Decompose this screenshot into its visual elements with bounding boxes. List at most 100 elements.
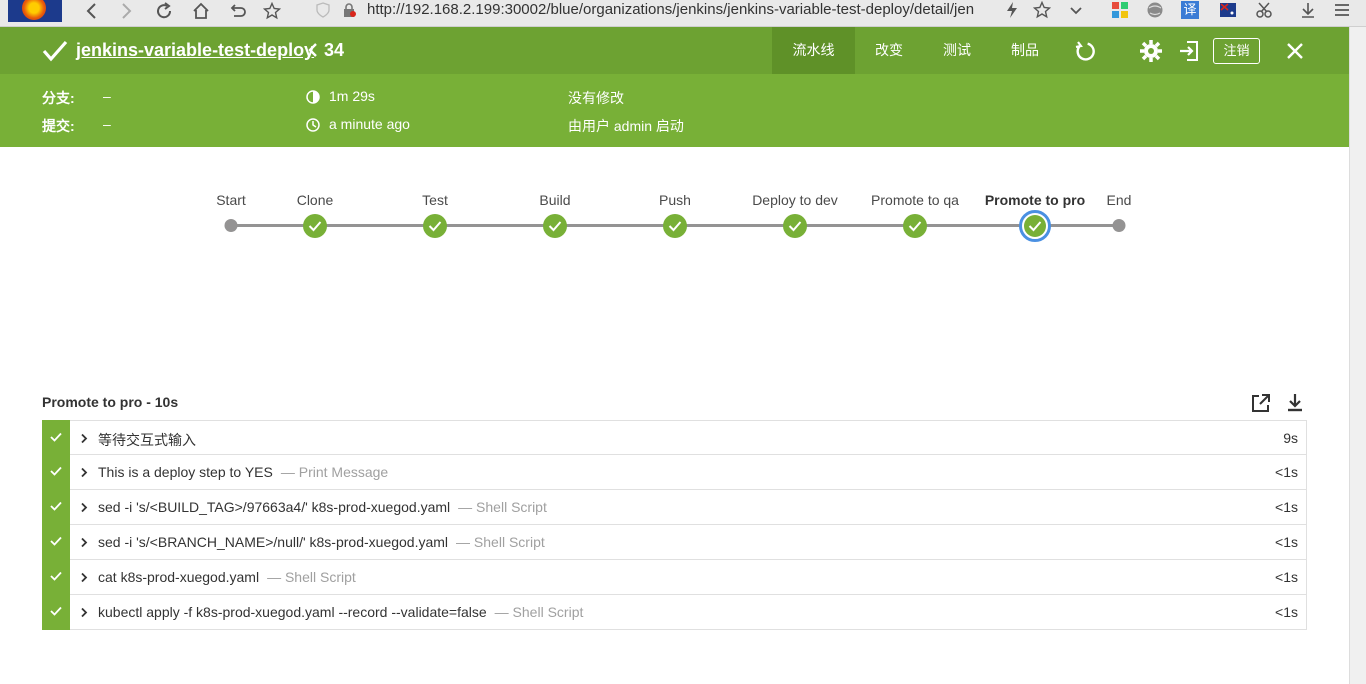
favorite-icon[interactable] (1033, 1, 1051, 19)
stage-node-selected[interactable] (1019, 210, 1051, 242)
reload-icon[interactable] (151, 0, 177, 22)
stage-label[interactable]: Build (539, 192, 570, 208)
stage-label[interactable]: Clone (297, 192, 334, 208)
step-label: sed -i 's/<BUILD_TAG>/97663a4/' k8s-prod… (98, 499, 547, 515)
undo-icon[interactable] (224, 0, 250, 22)
home-icon[interactable] (188, 0, 214, 22)
started-by: 由用户 admin 启动 (568, 118, 684, 134)
browser-toolbar: http://192.168.2.199:30002/blue/organiza… (0, 0, 1366, 27)
stage-node-success[interactable] (663, 214, 687, 238)
stage-node-success[interactable] (423, 214, 447, 238)
step-duration: <1s (1275, 604, 1298, 620)
step-label: cat k8s-prod-xuegod.yaml — Shell Script (98, 569, 356, 585)
logout-button[interactable]: 注销 (1213, 38, 1260, 64)
success-check-icon (42, 40, 68, 62)
step-row[interactable]: kubectl apply -f k8s-prod-xuegod.yaml --… (42, 594, 1307, 630)
close-icon[interactable] (1283, 39, 1307, 63)
stage-terminal-node (224, 219, 238, 232)
stage-label[interactable]: Test (422, 192, 448, 208)
step-row[interactable]: cat k8s-prod-xuegod.yaml — Shell Script <1… (42, 559, 1307, 595)
chevron-right-icon[interactable] (80, 502, 88, 513)
page-scrollbar[interactable] (1349, 27, 1366, 684)
back-icon[interactable] (80, 0, 106, 22)
run-time-ago: a minute ago (329, 116, 410, 132)
clock-icon (306, 118, 320, 132)
stage-connector (915, 224, 1035, 227)
branch-value: – (103, 88, 111, 104)
step-duration: <1s (1275, 499, 1298, 515)
tab-pipeline[interactable]: 流水线 (772, 27, 855, 74)
step-name: 等待交互式输入 (98, 432, 196, 448)
pipeline-graph: Start Clone Test Build Push Deploy to dev Prom… (0, 147, 1349, 387)
changes-summary: 没有修改 (568, 90, 624, 106)
exit-classic-icon[interactable] (1177, 39, 1201, 63)
download-icon[interactable] (1299, 1, 1317, 19)
job-name-link[interactable]: jenkins-variable-test-deploy (76, 39, 314, 61)
shield-icon (316, 2, 330, 18)
branch-label: 分支: (42, 90, 75, 106)
stage-connector (675, 224, 795, 227)
download-log-icon[interactable] (1284, 392, 1306, 414)
step-label: This is a deploy step to YES — Print Mess… (98, 464, 388, 480)
menu-icon[interactable] (1333, 1, 1351, 19)
stage-label[interactable]: Promote to pro (985, 192, 1085, 208)
insecure-lock-icon (344, 3, 356, 17)
gear-icon[interactable] (1139, 39, 1163, 63)
stage-label[interactable]: Push (659, 192, 691, 208)
address-bar[interactable]: http://192.168.2.199:30002/blue/organiza… (305, 0, 1085, 22)
step-row[interactable]: 等待交互式输入 9s (42, 420, 1307, 456)
browser-logo (8, 0, 62, 22)
duration-icon (306, 90, 320, 104)
step-type: — Print Message (280, 464, 389, 480)
open-log-icon[interactable] (1250, 392, 1272, 414)
forward-icon[interactable] (112, 0, 138, 22)
step-duration: <1s (1275, 569, 1298, 585)
tab-changes[interactable]: 改变 (860, 27, 918, 74)
stage-node-success[interactable] (783, 214, 807, 238)
chevron-right-icon[interactable] (80, 572, 88, 583)
step-type: — Shell Script (267, 569, 356, 585)
step-row[interactable]: This is a deploy step to YES — Print Mess… (42, 454, 1307, 490)
step-name: This is a deploy step to YES (98, 464, 273, 480)
globe-icon[interactable] (1146, 1, 1164, 19)
scissors-icon[interactable] (1255, 1, 1273, 19)
url-text: http://192.168.2.199:30002/blue/organiza… (367, 1, 975, 18)
step-label: sed -i 's/<BRANCH_NAME>/null/' k8s-prod-… (98, 534, 545, 550)
flag-icon[interactable] (1219, 1, 1237, 19)
step-name: sed -i 's/<BUILD_TAG>/97663a4/' k8s-prod… (98, 499, 451, 515)
chevron-left-icon (308, 43, 317, 57)
commit-value: – (103, 116, 111, 132)
step-row[interactable]: sed -i 's/<BRANCH_NAME>/null/' k8s-prod-… (42, 524, 1307, 560)
run-number: 34 (324, 40, 345, 60)
chevron-right-icon[interactable] (80, 607, 88, 618)
stage-label[interactable]: Deploy to dev (752, 192, 838, 208)
chevron-right-icon[interactable] (80, 433, 88, 444)
translate-icon[interactable]: 译 (1181, 1, 1199, 19)
dropdown-icon[interactable] (1067, 1, 1085, 19)
stage-node-success[interactable] (303, 214, 327, 238)
step-type: — Shell Script (456, 534, 545, 550)
chevron-right-icon[interactable] (80, 537, 88, 548)
tab-artifacts[interactable]: 制品 (996, 27, 1054, 74)
stage-node-success[interactable] (903, 214, 927, 238)
step-row[interactable]: sed -i 's/<BUILD_TAG>/97663a4/' k8s-prod… (42, 489, 1307, 525)
stage-label[interactable]: Promote to qa (871, 192, 959, 208)
tab-tests[interactable]: 测试 (928, 27, 986, 74)
apps-grid-icon[interactable] (1111, 1, 1129, 19)
bookmark-star-icon[interactable] (259, 0, 285, 22)
step-name: kubectl apply -f k8s-prod-xuegod.yaml --… (98, 604, 487, 620)
chevron-right-icon[interactable] (80, 467, 88, 478)
step-duration: <1s (1275, 464, 1298, 480)
step-success-icon (42, 420, 70, 456)
rerun-icon[interactable] (1073, 39, 1097, 63)
step-label: kubectl apply -f k8s-prod-xuegod.yaml --… (98, 604, 583, 620)
stage-connector (435, 224, 555, 227)
stage-label: Start (216, 192, 246, 208)
stage-steps-title: Promote to pro - 10s (42, 394, 179, 410)
step-success-icon (42, 489, 70, 525)
stage-node-success[interactable] (543, 214, 567, 238)
run-header-top: jenkins-variable-test-deploy 34 流水线 改变 测… (0, 27, 1349, 74)
stage-terminal-node (1112, 219, 1126, 232)
step-name: cat k8s-prod-xuegod.yaml (98, 569, 260, 585)
lightning-icon[interactable] (1003, 1, 1021, 19)
